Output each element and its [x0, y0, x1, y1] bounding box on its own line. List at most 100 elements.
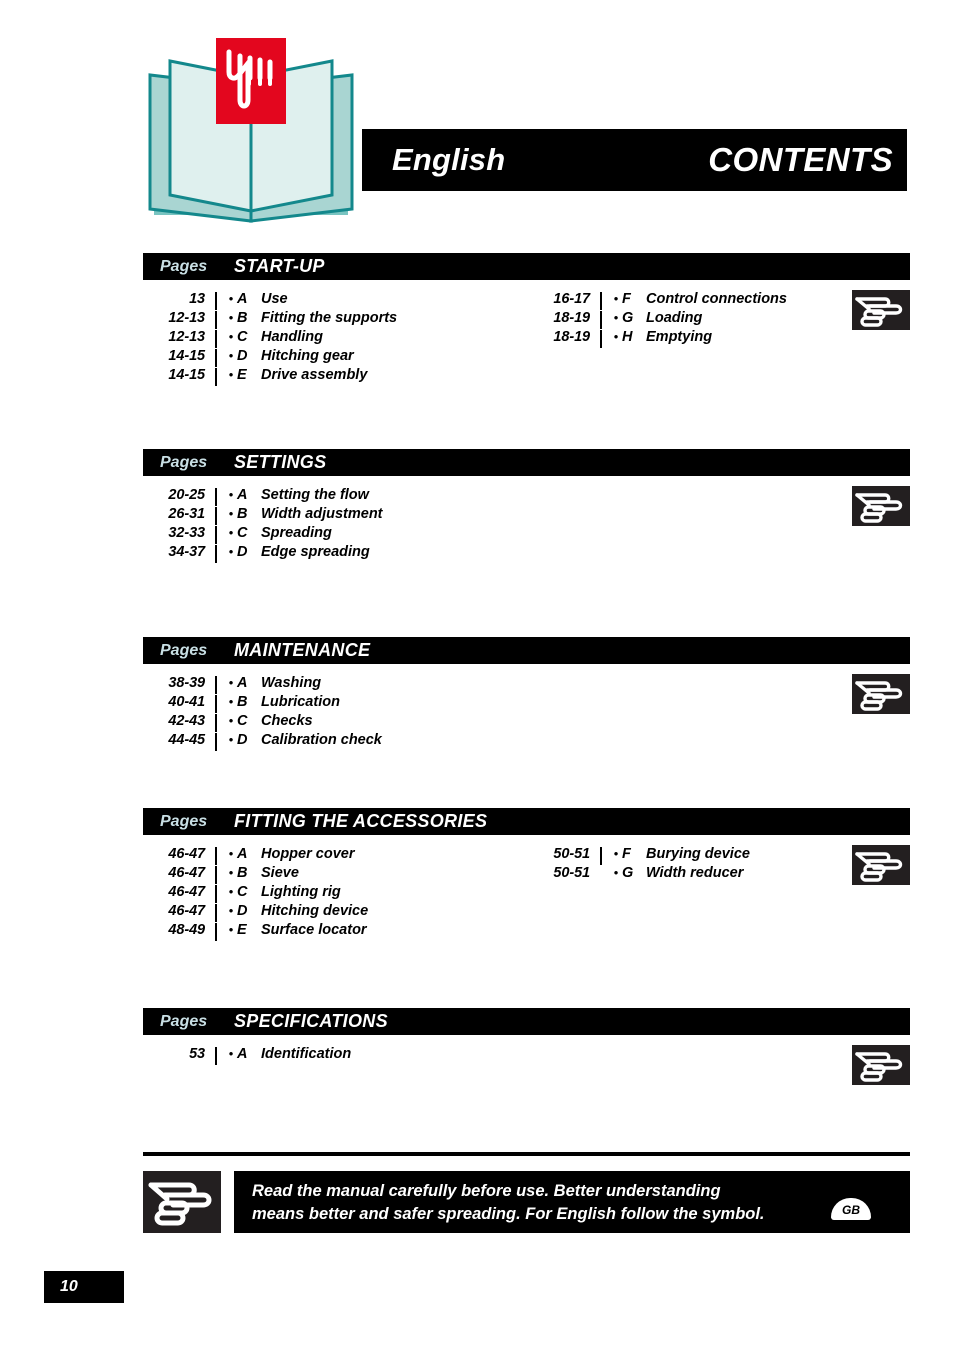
entry-pages: 32-33: [168, 525, 205, 541]
entry-pages: 34-37: [168, 544, 205, 560]
contents-entry[interactable]: 12-13 • C Handling: [143, 329, 523, 348]
contents-entry[interactable]: 40-41 • B Lubrication: [143, 694, 523, 713]
contents-section: Pages MAINTENANCE 38-39 • A Washing 40-41 • B Lub…: [143, 637, 910, 773]
contents-entry[interactable]: 44-45 • D Calibration check: [143, 732, 523, 751]
pointing-hand-icon: [143, 1171, 221, 1233]
contents-entry[interactable]: 46-47 • B Sieve: [143, 865, 523, 884]
contents-entry[interactable]: 53 • A Identification: [143, 1046, 523, 1065]
contents-entry[interactable]: 48-49 • E Surface locator: [143, 922, 523, 941]
pointing-hand-icon: [852, 290, 910, 330]
entry-divider: [600, 847, 602, 865]
entry-divider: [215, 676, 217, 694]
contents-entry[interactable]: 18-19 • H Emptying: [528, 329, 858, 348]
contents-section: Pages SPECIFICATIONS 53 • A Identification: [143, 1008, 910, 1087]
contents-entry[interactable]: 50-51 • G Width reducer: [528, 865, 858, 884]
contents-entry[interactable]: 20-25 • A Setting the flow: [143, 487, 523, 506]
section-header-bar: Pages FITTING THE ACCESSORIES: [143, 808, 910, 835]
contents-entry[interactable]: 50-51 • F Burying device: [528, 846, 858, 865]
contents-entry[interactable]: 13 • A Use: [143, 291, 523, 310]
contents-entry[interactable]: 14-15 • E Drive assembly: [143, 367, 523, 386]
entry-divider: [215, 311, 217, 329]
entry-divider: [215, 904, 217, 922]
section-title: START-UP: [234, 256, 325, 276]
section-pages-label: Pages: [160, 257, 208, 275]
entry-letter: B: [237, 310, 248, 326]
entry-letter: A: [237, 291, 248, 307]
entry-label: Hitching gear: [261, 348, 354, 364]
section-body: 46-47 • A Hopper cover 46-47 • B Sieve 46-47 • C Li…: [143, 835, 910, 963]
contents-section: Pages SETTINGS 20-25 • A Setting the flow 26-3…: [143, 449, 910, 585]
entry-pages: 13: [189, 291, 205, 307]
entry-pages: 46-47: [168, 903, 205, 919]
bullet-icon: •: [228, 525, 234, 540]
entry-divider: [215, 695, 217, 713]
entry-divider: [215, 885, 217, 903]
contents-entry[interactable]: 38-39 • A Washing: [143, 675, 523, 694]
contents-entry[interactable]: 26-31 • B Width adjustment: [143, 506, 523, 525]
contents-entry[interactable]: 46-47 • C Lighting rig: [143, 884, 523, 903]
entry-label: Identification: [261, 1046, 352, 1062]
entry-label: Lubrication: [261, 694, 340, 710]
bullet-icon: •: [613, 846, 619, 861]
section-pages-label: Pages: [160, 812, 208, 830]
footer-divider: [143, 1152, 910, 1156]
entry-pages: 50-51: [553, 846, 590, 862]
footer-instruction-bar: Read the manual carefully before use. Be…: [234, 1171, 910, 1233]
pointing-hand-icon: [852, 486, 910, 526]
language-title: English: [392, 142, 506, 177]
entry-letter: A: [237, 675, 248, 691]
section-header-bar: Pages SPECIFICATIONS: [143, 1008, 910, 1035]
contents-entry[interactable]: 34-37 • D Edge spreading: [143, 544, 523, 563]
entry-label: Spreading: [261, 525, 332, 541]
entry-label: Hitching device: [261, 903, 369, 919]
entry-label: Setting the flow: [261, 487, 369, 503]
section-column-left: 46-47 • A Hopper cover 46-47 • B Sieve 46-47 • C Li…: [143, 846, 523, 941]
entry-divider: [215, 545, 217, 563]
entry-pages: 18-19: [553, 310, 590, 326]
section-column-left: 13 • A Use 12-13 • B Fitting the supports 12-13 •…: [143, 291, 523, 386]
section-body: 20-25 • A Setting the flow 26-31 • B Width adju…: [143, 476, 910, 585]
section-column-right: 50-51 • F Burying device 50-51 • G Width reduce…: [528, 846, 858, 884]
entry-letter: C: [237, 525, 248, 541]
bullet-icon: •: [228, 291, 234, 306]
bullet-icon: •: [228, 506, 234, 521]
entry-label: Use: [261, 291, 288, 307]
contents-entry[interactable]: 46-47 • D Hitching device: [143, 903, 523, 922]
bullet-icon: •: [228, 732, 234, 747]
contents-entry[interactable]: 12-13 • B Fitting the supports: [143, 310, 523, 329]
page-number-label: 10: [60, 1278, 78, 1295]
section-body: 38-39 • A Washing 40-41 • B Lubrication 42-43 • C C…: [143, 664, 910, 773]
entry-letter: D: [237, 903, 248, 919]
bullet-icon: •: [228, 487, 234, 502]
entry-divider: [215, 507, 217, 525]
entry-label: Width adjustment: [261, 506, 383, 522]
entry-letter: D: [237, 544, 248, 560]
contents-entry[interactable]: 16-17 • F Control connections: [528, 291, 858, 310]
entry-divider: [215, 1047, 217, 1065]
section-column-left: 20-25 • A Setting the flow 26-31 • B Width adju…: [143, 487, 523, 563]
entry-label: Handling: [261, 329, 324, 345]
entry-pages: 14-15: [168, 348, 205, 364]
entry-label: Sieve: [261, 865, 299, 881]
entry-pages: 12-13: [168, 329, 205, 345]
bullet-icon: •: [228, 348, 234, 363]
entry-letter: C: [237, 713, 248, 729]
entry-letter: B: [237, 506, 248, 522]
entry-pages: 46-47: [168, 884, 205, 900]
entry-pages: 46-47: [168, 846, 205, 862]
contents-entry[interactable]: 46-47 • A Hopper cover: [143, 846, 523, 865]
contents-entry[interactable]: 42-43 • C Checks: [143, 713, 523, 732]
entry-label: Emptying: [646, 329, 713, 345]
contents-entry[interactable]: 14-15 • D Hitching gear: [143, 348, 523, 367]
entry-letter: F: [622, 846, 631, 862]
bullet-icon: •: [228, 675, 234, 690]
contents-entry[interactable]: 32-33 • C Spreading: [143, 525, 523, 544]
entry-letter: G: [622, 865, 634, 881]
bullet-icon: •: [228, 329, 234, 344]
entry-letter: A: [237, 1046, 248, 1062]
section-pages-label: Pages: [160, 1012, 208, 1030]
section-body: 13 • A Use 12-13 • B Fitting the supports 12-13 •…: [143, 280, 910, 408]
entry-letter: C: [237, 884, 248, 900]
contents-entry[interactable]: 18-19 • G Loading: [528, 310, 858, 329]
bullet-icon: •: [228, 884, 234, 899]
